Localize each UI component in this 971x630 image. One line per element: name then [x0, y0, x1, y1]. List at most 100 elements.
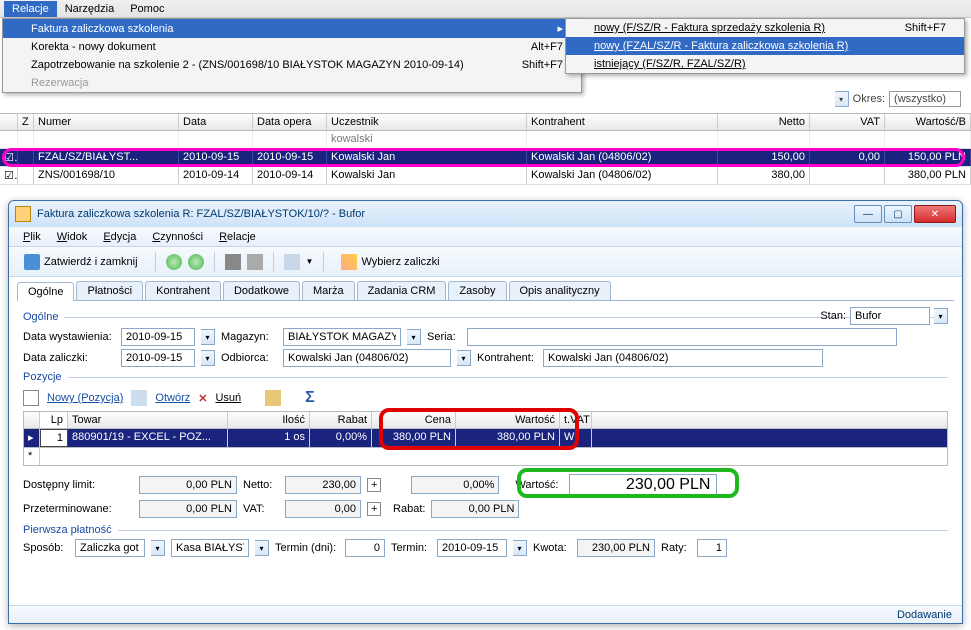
- dropdown-icon[interactable]: ▾: [934, 308, 948, 324]
- back-icon[interactable]: [166, 254, 182, 270]
- cell-netto: 380,00: [718, 167, 810, 184]
- magazyn-field[interactable]: [283, 328, 401, 346]
- kasa-field[interactable]: [171, 539, 249, 557]
- menu-narzedzia[interactable]: Narzędzia: [57, 1, 123, 17]
- cell-uczestnik: Kowalski Jan: [327, 167, 527, 184]
- cell-numer: FZAL/SZ/BIAŁYST...: [34, 149, 179, 166]
- hcol-wartosc[interactable]: Wartość: [456, 412, 560, 428]
- col-numer[interactable]: Numer: [34, 114, 179, 130]
- tab-dodatkowe[interactable]: Dodatkowe: [223, 281, 300, 300]
- col-dataop[interactable]: Data opera: [253, 114, 327, 130]
- window-titlebar[interactable]: Faktura zaliczkowa szkolenia R: FZAL/SZ/…: [9, 201, 962, 227]
- hcol-vat[interactable]: t.VAT: [560, 412, 592, 428]
- termin-field[interactable]: [437, 539, 507, 557]
- kontrahent-field[interactable]: [543, 349, 823, 367]
- submenu-istniejacy[interactable]: istniejący (F/SZ/R, FZAL/SZ/R): [566, 55, 964, 73]
- separator: [323, 252, 324, 272]
- dropdown-icon[interactable]: ▾: [255, 540, 269, 556]
- plus-icon[interactable]: +: [367, 478, 381, 492]
- termin-dni-field[interactable]: [345, 539, 385, 557]
- maximize-button[interactable]: ▢: [884, 205, 912, 223]
- data-zaliczki-label: Data zaliczki:: [23, 352, 115, 364]
- stan-field[interactable]: [850, 307, 930, 325]
- select-advances-button[interactable]: Wybierz zaliczki: [334, 251, 446, 273]
- cmenu-edycja[interactable]: Edycja: [97, 229, 142, 245]
- status-text: Dodawanie: [897, 609, 952, 621]
- submenu-nowy-fszr[interactable]: nowy (F/SZ/R - Faktura sprzedaży szkolen…: [566, 19, 964, 37]
- delete-position-button[interactable]: Usuń: [215, 392, 241, 404]
- data-zaliczki-field[interactable]: [121, 349, 195, 367]
- menu-pomoc[interactable]: Pomoc: [122, 1, 172, 17]
- position-row-empty[interactable]: *: [23, 448, 948, 466]
- menu-relacje[interactable]: Relacje: [4, 1, 57, 17]
- tab-zasoby[interactable]: Zasoby: [448, 281, 506, 300]
- okres-select[interactable]: (wszystko): [889, 91, 961, 107]
- hcol-rabat[interactable]: Rabat: [310, 412, 372, 428]
- calendar-icon[interactable]: ▾: [513, 540, 527, 556]
- dropdown-icon[interactable]: ▾: [407, 329, 421, 345]
- new-position-button[interactable]: Nowy (Pozycja): [47, 392, 123, 404]
- col-netto[interactable]: Netto: [718, 114, 810, 130]
- attach-icon[interactable]: [247, 254, 263, 270]
- hcol-towar[interactable]: Towar: [68, 412, 228, 428]
- cmenu-czynnosci[interactable]: Czynności: [146, 229, 209, 245]
- menu-zapotrzebowanie[interactable]: Zapotrzebowanie na szkolenie 2 - (ZNS/00…: [3, 56, 581, 74]
- menu-korekta[interactable]: Korekta - nowy dokument Alt+F7: [3, 38, 581, 56]
- row-checkbox[interactable]: ☑: [0, 149, 18, 166]
- menu-faktura-zaliczkowa[interactable]: Faktura zaliczkowa szkolenia ▸: [3, 19, 581, 38]
- minimize-button[interactable]: —: [854, 205, 882, 223]
- cell-uczestnik: Kowalski Jan: [327, 149, 527, 166]
- sigma-icon[interactable]: Σ: [305, 389, 315, 407]
- dropdown-arrow-icon[interactable]: ▼: [306, 257, 314, 266]
- wand-icon: [341, 254, 357, 270]
- submenu-label: istniejący (F/SZ/R, FZAL/SZ/R): [594, 58, 746, 70]
- seria-label: Seria:: [427, 331, 461, 343]
- row-checkbox[interactable]: ☑: [0, 167, 18, 184]
- tab-zadania[interactable]: Zadania CRM: [357, 281, 447, 300]
- plus-icon[interactable]: +: [367, 502, 381, 516]
- col-check[interactable]: [0, 114, 18, 130]
- forward-icon[interactable]: [188, 254, 204, 270]
- submenu-nowy-fzal[interactable]: nowy (FZAL/SZ/R - Faktura zaliczkowa szk…: [566, 37, 964, 55]
- col-z[interactable]: Z: [18, 114, 34, 130]
- edit-icon[interactable]: [265, 390, 281, 406]
- close-button[interactable]: ✕: [914, 205, 956, 223]
- hcol-ilosc[interactable]: Ilość: [228, 412, 310, 428]
- dropdown-icon[interactable]: ▾: [151, 540, 165, 556]
- table-row[interactable]: ☑ ZNS/001698/10 2010-09-14 2010-09-14 Ko…: [0, 167, 971, 185]
- open-icon: [131, 390, 147, 406]
- col-vat[interactable]: VAT: [810, 114, 885, 130]
- filter-uczestnik[interactable]: kowalski: [327, 131, 527, 148]
- save-close-button[interactable]: Zatwierdź i zamknij: [17, 251, 145, 273]
- odbiorca-field[interactable]: [283, 349, 451, 367]
- cmenu-plik[interactable]: Plik: [17, 229, 47, 245]
- dropdown-icon[interactable]: ▾: [835, 91, 849, 107]
- tab-marza[interactable]: Marża: [302, 281, 355, 300]
- cell-netto: 150,00: [718, 149, 810, 166]
- calendar-icon[interactable]: ▾: [201, 350, 215, 366]
- hcol-lp[interactable]: Lp: [40, 412, 68, 428]
- col-wartosc[interactable]: Wartość/B: [885, 114, 971, 130]
- col-uczestnik[interactable]: Uczestnik: [327, 114, 527, 130]
- tools-icon[interactable]: [225, 254, 241, 270]
- dropdown-icon[interactable]: ▾: [457, 350, 471, 366]
- tab-platnosci[interactable]: Płatności: [76, 281, 143, 300]
- sposob-field[interactable]: [75, 539, 145, 557]
- table-row[interactable]: ☑ FZAL/SZ/BIAŁYST... 2010-09-15 2010-09-…: [0, 149, 971, 167]
- delete-icon: ✕: [198, 392, 207, 405]
- raty-field[interactable]: [697, 539, 727, 557]
- cmenu-widok[interactable]: Widok: [51, 229, 94, 245]
- position-row[interactable]: ▸ 1 880901/19 - EXCEL - POZ... 1 os 0,00…: [23, 429, 948, 448]
- calendar-icon[interactable]: ▾: [201, 329, 215, 345]
- col-kontrahent[interactable]: Kontrahent: [527, 114, 718, 130]
- tab-opis[interactable]: Opis analityczny: [509, 281, 611, 300]
- col-data[interactable]: Data: [179, 114, 253, 130]
- tab-ogolne[interactable]: Ogólne: [17, 282, 74, 301]
- seria-field[interactable]: [467, 328, 897, 346]
- tab-kontrahent[interactable]: Kontrahent: [145, 281, 221, 300]
- cmenu-relacje[interactable]: Relacje: [213, 229, 262, 245]
- open-position-button[interactable]: Otwórz: [155, 392, 190, 404]
- data-wystawienia-field[interactable]: [121, 328, 195, 346]
- print-icon[interactable]: [284, 254, 300, 270]
- hcol-cena[interactable]: Cena: [372, 412, 456, 428]
